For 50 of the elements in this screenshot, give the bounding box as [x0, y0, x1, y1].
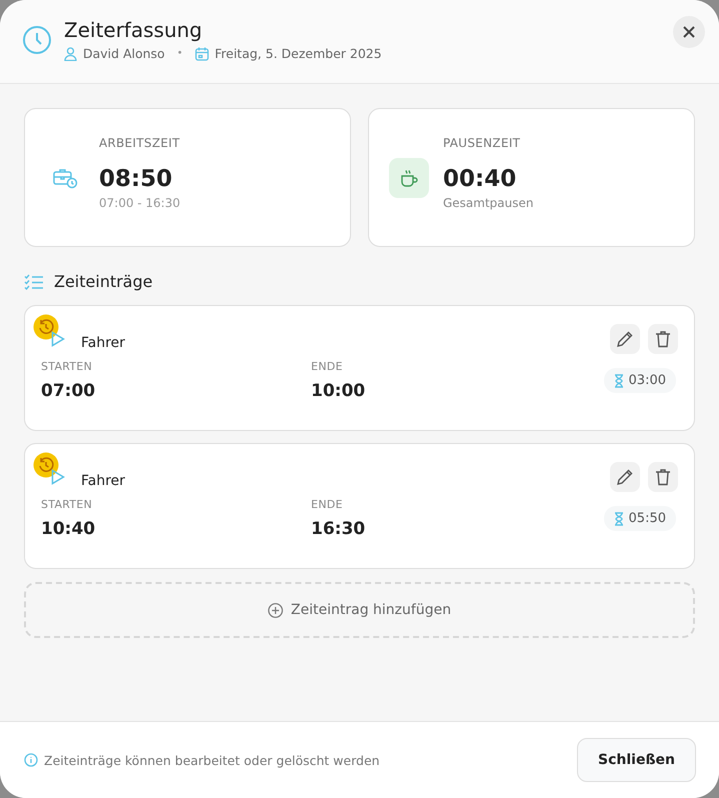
card-label: PAUSENZEIT: [443, 136, 522, 150]
pencil-icon: [616, 468, 634, 486]
play-icon: [51, 331, 65, 347]
start-time: 07:00: [41, 381, 96, 401]
play-icon: [51, 469, 65, 485]
hourglass-icon: [614, 512, 624, 526]
separator-dot: •: [176, 48, 183, 59]
card-value: 08:50: [99, 166, 174, 192]
end-time: 16:30: [311, 519, 366, 539]
section-title: Zeiteinträge: [54, 272, 153, 291]
delete-button[interactable]: [648, 462, 678, 492]
info-icon: [24, 753, 38, 767]
end-label: ENDE: [311, 498, 344, 511]
start-label: STARTEN: [41, 498, 94, 511]
calendar-icon: [194, 46, 209, 60]
edit-button[interactable]: [610, 462, 640, 492]
history-badge-icon: [33, 452, 59, 478]
start-time: 10:40: [41, 519, 96, 539]
hourglass-icon: [614, 374, 624, 388]
duration-text: 05:50: [628, 511, 666, 526]
briefcase-clock-icon: [52, 166, 78, 188]
delete-button[interactable]: [648, 324, 678, 354]
trash-icon: [655, 468, 671, 486]
end-time: 10:00: [311, 381, 366, 401]
pencil-icon: [616, 330, 634, 348]
card-label: ARBEITSZEIT: [99, 136, 180, 150]
person-icon: [64, 46, 77, 60]
card-subtext: Gesamtpausen: [443, 196, 534, 210]
history-badge-icon: [33, 314, 59, 340]
add-entry-button[interactable]: Zeiteintrag hinzufügen: [24, 582, 695, 638]
trash-icon: [655, 330, 671, 348]
close-button[interactable]: [673, 16, 705, 48]
footer-hint: Zeiteinträge können bearbeitet oder gelöscht werden: [44, 752, 380, 768]
edit-button[interactable]: [610, 324, 640, 354]
date-text: Freitag, 5. Dezember 2025: [214, 46, 382, 61]
card-value: 00:40: [443, 166, 518, 192]
entry-role: Fahrer: [81, 335, 126, 351]
dialog-title: Zeiterfassung: [64, 18, 204, 42]
plus-circle-icon: [268, 602, 283, 618]
user-name: David Alonso: [83, 46, 165, 61]
close-icon: [683, 26, 695, 38]
coffee-cup-icon: [389, 158, 429, 198]
clock-icon: [22, 25, 52, 55]
card-subtext: 07:00 - 16:30: [99, 196, 180, 210]
close-dialog-button[interactable]: Schließen: [577, 738, 696, 782]
duration-text: 03:00: [628, 373, 666, 388]
start-label: STARTEN: [41, 360, 94, 373]
checklist-icon: [24, 274, 44, 290]
end-label: ENDE: [311, 360, 344, 373]
entry-role: Fahrer: [81, 473, 126, 489]
